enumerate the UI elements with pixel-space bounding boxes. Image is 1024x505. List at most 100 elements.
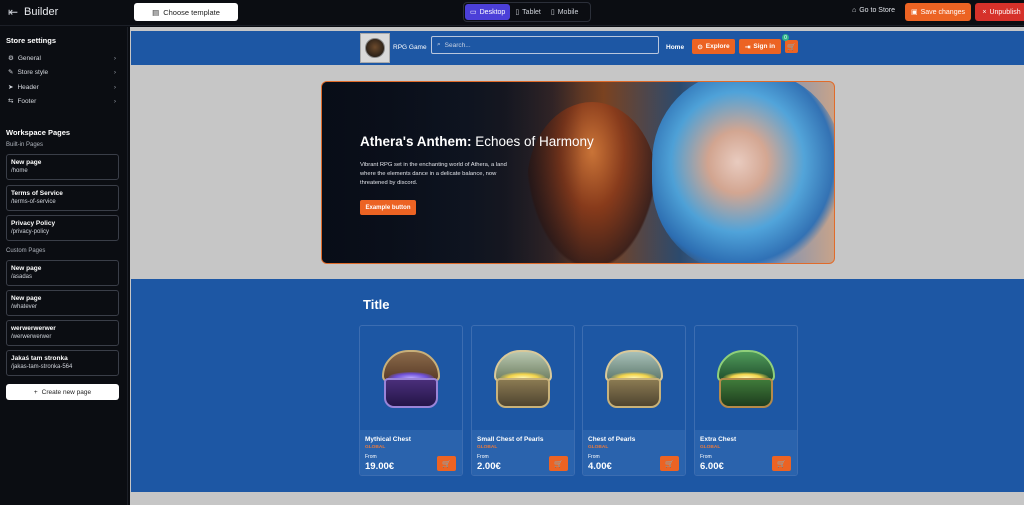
store-icon: ⌂ <box>852 7 857 14</box>
pearl-chest-image <box>583 326 685 431</box>
explore-label: Explore <box>705 43 730 50</box>
setting-general[interactable]: ⚙ General › <box>8 53 116 63</box>
page-card-terms[interactable]: Terms of Service /terms-of-service <box>6 185 119 211</box>
device-tablet-button[interactable]: ▯ Tablet <box>510 4 546 20</box>
save-changes-button[interactable]: ▣ Save changes <box>905 3 971 21</box>
product-card-chest-of-pearls[interactable]: Chest of Pearls GLOBAL From 4.00€ 🛒 <box>582 325 686 476</box>
product-from-label: From <box>365 454 377 460</box>
monitor-icon: ▭ <box>470 9 477 16</box>
setting-store-style[interactable]: ✎ Store style › <box>8 67 116 77</box>
cart-button[interactable]: 🛒 <box>785 40 798 53</box>
logo-image <box>365 38 385 58</box>
add-to-cart-button[interactable]: 🛒 <box>549 456 568 471</box>
create-new-page-button[interactable]: + Create new page <box>6 384 119 400</box>
phone-icon: ▯ <box>550 9 555 16</box>
add-to-cart-button[interactable]: 🛒 <box>437 456 456 471</box>
pearl-chest-image <box>472 326 574 431</box>
brush-icon: ✎ <box>8 69 14 76</box>
store-name: RPG Game <box>393 44 427 51</box>
builder-title: Builder <box>24 6 59 18</box>
store-settings-title: Store settings <box>6 36 57 45</box>
sidebar: Store settings ⚙ General › ✎ Store style… <box>0 27 128 505</box>
page-name: New page <box>11 295 42 302</box>
footer-strip <box>131 492 1024 505</box>
product-tag: GLOBAL <box>365 445 386 450</box>
product-card-body: Small Chest of Pearls GLOBAL From 2.00€ … <box>472 430 574 475</box>
product-card-mythical-chest[interactable]: Mythical Chest GLOBAL From 19.00€ 🛒 <box>359 325 463 476</box>
page-name: Privacy Policy <box>11 220 56 227</box>
device-switcher: ▭ Desktop ▯ Tablet ▯ Mobile <box>463 2 591 22</box>
store-search-input[interactable]: ⌕ Search... <box>431 36 659 54</box>
hero-banner: Athera's Anthem: Echoes of Harmony Vibra… <box>321 81 835 264</box>
explore-button[interactable]: ⊙ Explore <box>692 39 735 54</box>
page-path: /privacy-policy <box>11 229 50 235</box>
setting-general-label: General <box>17 54 41 62</box>
device-desktop-label: Desktop <box>479 8 506 16</box>
send-icon: ➤ <box>8 84 14 91</box>
cart-icon: 🛒 <box>554 460 563 468</box>
store-logo[interactable] <box>360 33 390 63</box>
product-card-body: Chest of Pearls GLOBAL From 4.00€ 🛒 <box>583 430 685 475</box>
plus-icon: + <box>33 388 38 396</box>
setting-header[interactable]: ➤ Header › <box>8 82 116 92</box>
device-desktop-button[interactable]: ▭ Desktop <box>465 4 511 20</box>
choose-template-button[interactable]: ▤ Choose template <box>134 3 238 21</box>
page-card-whatever[interactable]: New page /whatever <box>6 290 119 316</box>
product-tag: GLOBAL <box>700 445 721 450</box>
page-path: /asadas <box>11 274 33 280</box>
hero-title: Athera's Anthem: Echoes of Harmony <box>360 134 594 149</box>
product-from-label: From <box>477 454 489 460</box>
hero-title-rest: Echoes of Harmony <box>471 134 594 149</box>
hero-description: Vibrant RPG set in the enchanting world … <box>360 162 507 186</box>
add-to-cart-button[interactable]: 🛒 <box>772 456 791 471</box>
page-path: /terms-of-service <box>11 199 56 205</box>
store-header: RPG Game ⌕ Search... Home ⊙ Explore ⇥ Si… <box>131 31 1024 65</box>
product-tag: GLOBAL <box>588 445 609 450</box>
tablet-icon: ▯ <box>515 9 520 16</box>
page-name: Terms of Service <box>11 190 63 197</box>
nav-home-link[interactable]: Home <box>666 44 684 51</box>
save-icon: ▣ <box>911 9 918 16</box>
setting-footer[interactable]: ⇆ Footer › <box>8 96 116 106</box>
device-mobile-button[interactable]: ▯ Mobile <box>546 4 583 20</box>
save-changes-label: Save changes <box>920 8 965 16</box>
template-icon: ▤ <box>152 7 160 17</box>
product-price: 2.00€ <box>477 461 501 472</box>
swap-icon: ⇆ <box>8 98 14 105</box>
cart-count-badge: 0 <box>782 34 789 41</box>
arrow-left-icon[interactable]: ⇤ <box>8 5 18 19</box>
page-card-privacy[interactable]: Privacy Policy /privacy-policy <box>6 215 119 241</box>
page-name: Jakaś tam stronka <box>11 355 68 362</box>
product-card-extra-chest[interactable]: Extra Chest GLOBAL From 6.00€ 🛒 <box>694 325 798 476</box>
device-tablet-label: Tablet <box>522 8 541 16</box>
page-card-asadas[interactable]: New page /asadas <box>6 260 119 286</box>
page-card-werwerwerwer[interactable]: werwerwerwer /werwerwerwer <box>6 320 119 346</box>
cart-icon: 🛒 <box>777 460 786 468</box>
setting-header-label: Header <box>17 83 39 91</box>
chevron-right-icon: › <box>113 68 116 76</box>
search-icon: ⌕ <box>437 41 441 48</box>
sign-in-label: Sign in <box>753 43 776 50</box>
chevron-right-icon: › <box>113 97 116 105</box>
product-card-small-chest-of-pearls[interactable]: Small Chest of Pearls GLOBAL From 2.00€ … <box>471 325 575 476</box>
page-card-jakas-tam-stronka[interactable]: Jakaś tam stronka /jakas-tam-stronka-564 <box>6 350 119 376</box>
add-to-cart-button[interactable]: 🛒 <box>660 456 679 471</box>
products-section: Title Mythical Chest GLOBAL From 19.00€ … <box>131 279 1024 492</box>
page-card-home[interactable]: New page /home <box>6 154 119 180</box>
sign-in-button[interactable]: ⇥ Sign in <box>739 39 781 54</box>
gear-icon: ⚙ <box>8 55 14 62</box>
device-mobile-label: Mobile <box>557 8 579 16</box>
page-path: /jakas-tam-stronka-564 <box>11 364 73 370</box>
page-name: New page <box>11 265 42 272</box>
go-to-store-link[interactable]: ⌂ Go to Store <box>852 7 895 14</box>
unpublish-button[interactable]: × Unpublish <box>975 3 1024 21</box>
page-name: werwerwerwer <box>11 325 56 332</box>
cart-icon: 🛒 <box>665 460 674 468</box>
chevron-right-icon: › <box>113 54 116 62</box>
compass-icon: ⊙ <box>697 43 703 51</box>
custom-pages-label: Custom Pages <box>6 248 46 254</box>
hero-character-heroine-image <box>652 82 834 263</box>
product-name: Extra Chest <box>700 436 737 443</box>
hero-example-button[interactable]: Example button <box>360 200 416 215</box>
product-name: Small Chest of Pearls <box>477 436 544 443</box>
